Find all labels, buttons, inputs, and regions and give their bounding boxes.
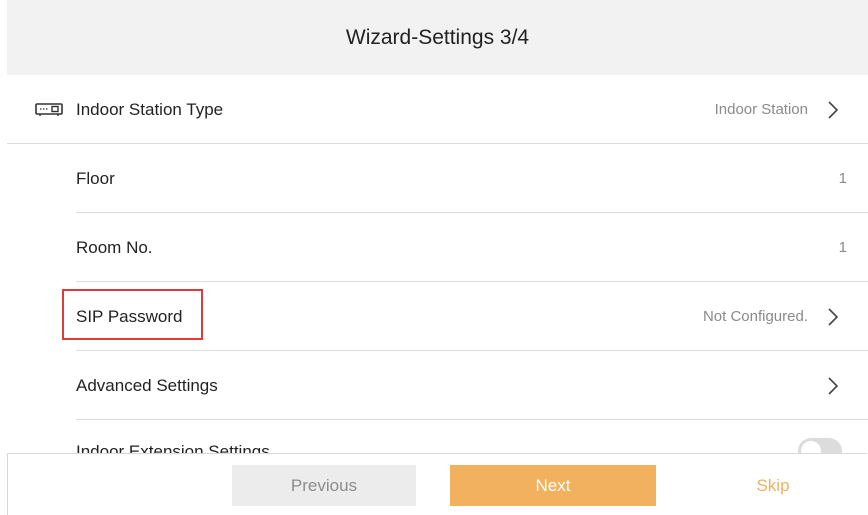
skip-button[interactable]: Skip	[708, 465, 838, 506]
footer-bar: Previous Next Skip	[7, 453, 867, 515]
settings-list: Indoor Station Type Indoor Station Floor…	[0, 75, 868, 420]
row-value: Not Configured.	[702, 308, 808, 325]
row-value: 1	[838, 239, 847, 256]
row-advanced-settings[interactable]: Advanced Settings	[0, 351, 868, 420]
previous-button[interactable]: Previous	[232, 465, 416, 506]
chevron-right-icon	[828, 377, 839, 395]
row-value: 1	[838, 170, 847, 187]
indoor-station-icon	[35, 103, 63, 116]
page-title: Wizard-Settings 3/4	[345, 25, 530, 49]
next-button[interactable]: Next	[450, 465, 656, 506]
row-floor[interactable]: Floor 1	[0, 144, 868, 213]
row-label: Indoor Station Type	[76, 99, 224, 119]
chevron-right-icon	[828, 101, 839, 119]
row-value: Indoor Station	[714, 101, 808, 118]
row-label: Room No.	[76, 237, 153, 257]
chevron-right-icon	[828, 308, 839, 326]
highlight-box	[62, 289, 203, 340]
row-label: Floor	[76, 168, 115, 188]
title-bar: Wizard-Settings 3/4	[7, 0, 868, 75]
row-room-no[interactable]: Room No. 1	[0, 213, 868, 282]
row-indoor-station-type[interactable]: Indoor Station Type Indoor Station	[0, 75, 868, 144]
row-label: Advanced Settings	[76, 375, 218, 395]
